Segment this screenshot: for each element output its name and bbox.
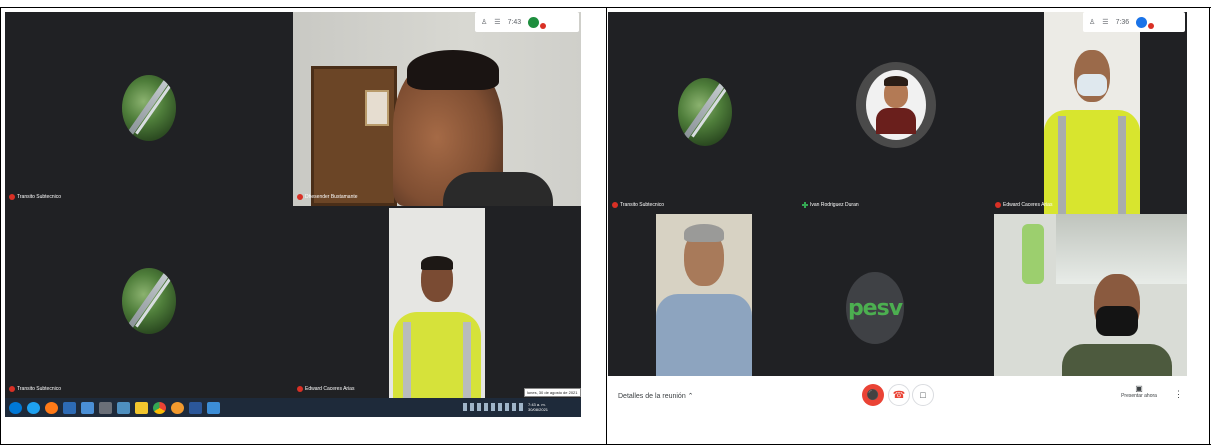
system-tray: 7:43 a. m. 30/08/2021 xyxy=(463,402,548,412)
present-now-button[interactable]: ▣ Presentar ahora xyxy=(1116,384,1162,399)
chat-icon[interactable]: ☰ xyxy=(494,18,500,26)
mic-off-button[interactable]: ⚫ xyxy=(862,384,884,406)
clock-time: 7:36 xyxy=(1115,18,1130,26)
meet-top-bar: ♙ ☰ 7:36 xyxy=(1083,12,1185,32)
media-player-icon[interactable] xyxy=(63,401,76,414)
hair-image xyxy=(407,50,499,90)
date-tooltip: lunes, 30 de agosto de 2021 xyxy=(524,388,581,397)
meet-bottom-bar: Detalles de la reunión ⌃ ⚫ ☎ □ ▣ Present… xyxy=(608,376,1187,417)
picture-frame-image xyxy=(365,90,389,126)
participant-video-tile[interactable]: Edward Caceres Arias xyxy=(293,208,581,398)
sticky-notes-icon[interactable] xyxy=(135,401,148,414)
participant-name: Transito Subtecnico xyxy=(612,202,664,208)
blue-shirt-image xyxy=(656,294,752,376)
chevron-up-icon: ⌃ xyxy=(687,393,694,400)
meeting-details-button[interactable]: Detalles de la reunión ⌃ xyxy=(618,392,694,400)
file-explorer-icon[interactable] xyxy=(81,401,94,414)
participant-avatar: pesv xyxy=(846,272,904,344)
word-icon[interactable] xyxy=(189,401,202,414)
participant-avatar xyxy=(122,268,176,334)
participant-tile[interactable]: Transito Subtecnico xyxy=(608,12,798,214)
participant-video-tile[interactable] xyxy=(656,214,752,376)
chrome-icon[interactable] xyxy=(153,401,166,414)
participant-tile[interactable]: pesv xyxy=(828,252,928,352)
account-avatar[interactable] xyxy=(528,16,540,28)
left-meet-screenshot: Transito Subtecnico Dhesender Bustamante… xyxy=(5,12,581,417)
phone-hangup-icon: ☎ xyxy=(892,389,906,401)
participant-avatar xyxy=(856,62,936,148)
participant-name: Transito Subtecnico xyxy=(9,194,61,200)
mic-off-icon xyxy=(297,386,303,392)
present-screen-icon: ▣ xyxy=(1135,384,1143,393)
table-border-right xyxy=(1209,7,1210,445)
mic-off-icon xyxy=(297,194,303,200)
pesv-logo-text: pesv xyxy=(847,295,903,321)
more-vert-icon[interactable]: ⋮ xyxy=(1174,389,1183,400)
windows-start-icon[interactable] xyxy=(9,401,22,414)
participant-avatar xyxy=(122,75,176,141)
notification-badge xyxy=(1148,23,1155,29)
mic-off-icon: ⚫ xyxy=(866,389,880,401)
green-bag-image xyxy=(1022,224,1044,284)
participant-name: Transito Subtecnico xyxy=(9,386,61,392)
pin-icon xyxy=(802,202,808,208)
document-page: Transito Subtecnico Dhesender Bustamante… xyxy=(0,0,1211,445)
shirt-image xyxy=(443,172,553,206)
participant-name: Dhesender Bustamante xyxy=(297,194,358,200)
hair-image xyxy=(421,256,453,270)
participant-tile[interactable]: Transito Subtecnico xyxy=(5,12,293,208)
hangup-button[interactable]: ☎ xyxy=(888,384,910,406)
person-video-image xyxy=(389,208,485,398)
participant-name: Edward Caceres Arias xyxy=(297,386,354,392)
tray-date: 30/08/2021 xyxy=(528,407,549,412)
participant-video-tile[interactable]: Dhesender Bustamante xyxy=(293,12,581,206)
tool-app-icon[interactable] xyxy=(117,401,130,414)
uniform-image xyxy=(1062,344,1172,376)
mic-off-icon xyxy=(9,386,15,392)
tray-icons[interactable] xyxy=(463,403,525,411)
orange-app-icon[interactable] xyxy=(171,401,184,414)
people-icon[interactable]: ♙ xyxy=(1089,18,1095,26)
participant-name: Ivan Rodriguez Duran xyxy=(802,202,859,208)
table-border-left xyxy=(0,7,1,445)
camera-button[interactable]: □ xyxy=(912,384,934,406)
firefox-icon[interactable] xyxy=(45,401,58,414)
account-avatar[interactable] xyxy=(1136,16,1148,28)
mask-image xyxy=(1096,306,1138,336)
camera-icon: □ xyxy=(920,390,926,400)
mic-off-icon xyxy=(612,202,618,208)
yellow-vest-image xyxy=(393,312,481,398)
participant-video-tile[interactable]: Edward Caceres Arias xyxy=(991,12,1187,214)
people-app-icon[interactable] xyxy=(99,401,112,414)
notification-badge xyxy=(540,23,547,29)
photos-icon[interactable] xyxy=(207,401,220,414)
hair-image xyxy=(684,224,724,242)
right-meet-screenshot: Transito Subtecnico Ivan Rodriguez Duran xyxy=(608,12,1187,376)
participant-name: Edward Caceres Arias xyxy=(995,202,1052,208)
mask-image xyxy=(1077,74,1107,96)
mic-off-icon xyxy=(995,202,1001,208)
mic-off-icon xyxy=(9,194,15,200)
meet-top-bar: ♙ ☰ 7:43 xyxy=(475,12,579,32)
chat-icon[interactable]: ☰ xyxy=(1102,18,1108,26)
clock-time: 7:43 xyxy=(507,18,522,26)
internet-explorer-icon[interactable] xyxy=(27,401,40,414)
participant-video-tile[interactable] xyxy=(994,214,1187,376)
table-border-middle xyxy=(606,7,607,445)
people-icon[interactable]: ♙ xyxy=(481,18,487,26)
yellow-vest-image xyxy=(1044,110,1140,214)
person-video-image xyxy=(1044,12,1140,214)
participant-avatar xyxy=(678,78,732,146)
participant-tile[interactable]: Transito Subtecnico xyxy=(5,208,293,398)
bookshelf-image xyxy=(311,66,397,206)
